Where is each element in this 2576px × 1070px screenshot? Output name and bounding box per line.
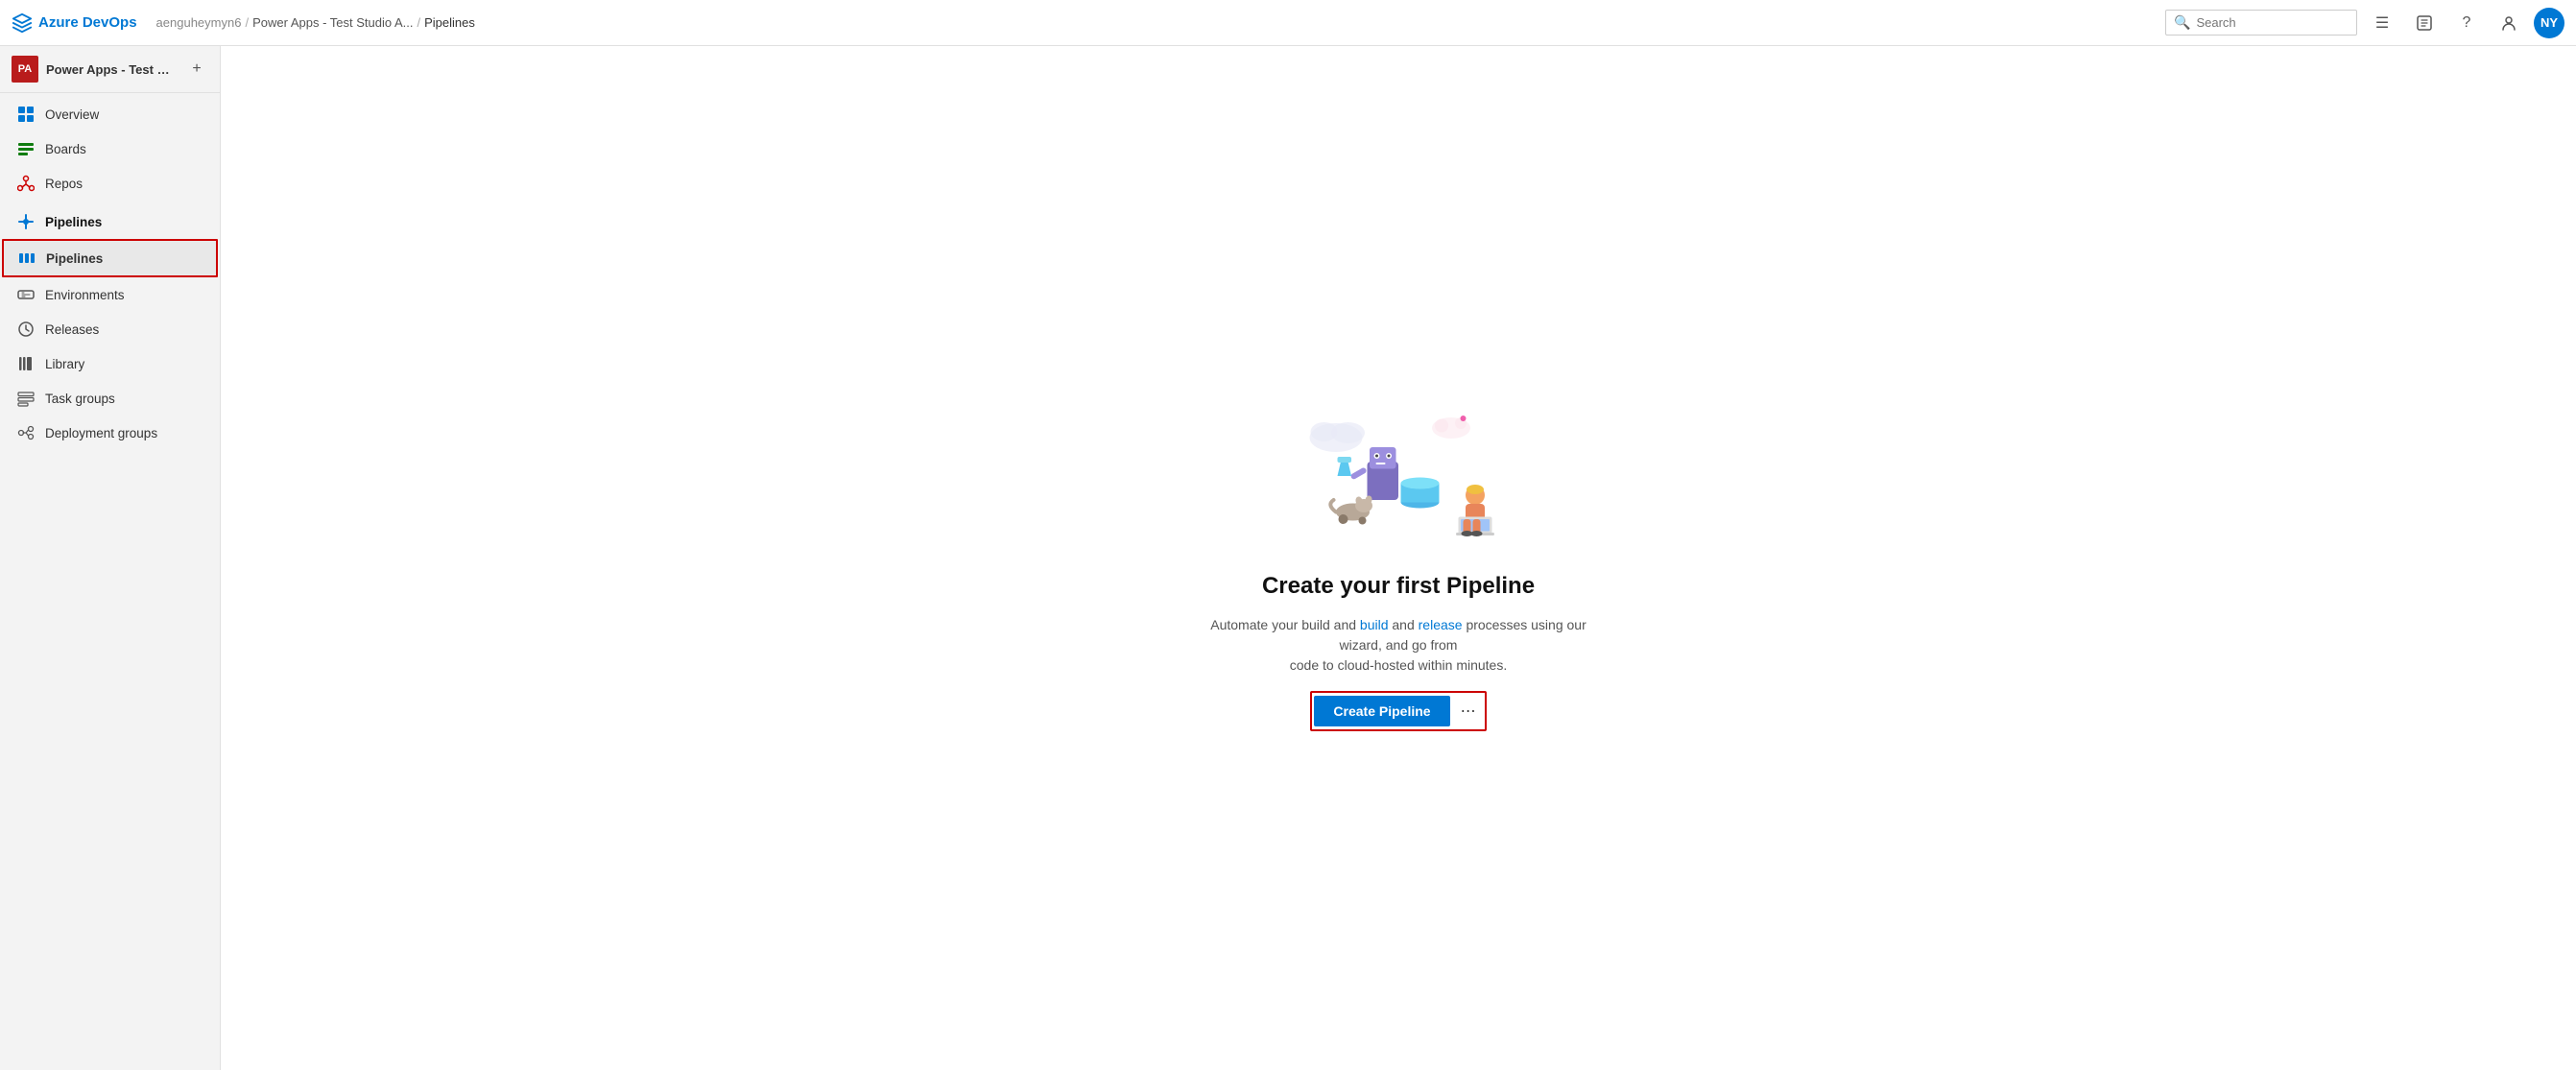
releases-label: Releases	[45, 322, 99, 337]
boards-label: Boards	[45, 142, 86, 156]
project-name: Power Apps - Test Stud...	[46, 62, 178, 77]
sidebar-item-library[interactable]: Library	[0, 346, 220, 381]
pipeline-illustration	[1274, 385, 1523, 558]
empty-state-description: Automate your build and build and releas…	[1206, 615, 1590, 676]
help-icon-button[interactable]: ?	[2449, 6, 2484, 40]
create-pipeline-button[interactable]: Create Pipeline	[1314, 696, 1449, 726]
action-row: Create Pipeline ⋯	[1310, 691, 1486, 731]
repos-label: Repos	[45, 177, 83, 191]
project-avatar: PA	[12, 56, 38, 83]
app-name: Azure DevOps	[38, 14, 137, 31]
overview-icon	[16, 105, 36, 124]
sidebar-item-overview[interactable]: Overview	[0, 97, 220, 131]
empty-state-title: Create your first Pipeline	[1262, 573, 1535, 600]
sidebar-item-boards[interactable]: Boards	[0, 131, 220, 166]
sidebar-item-pipelines-header[interactable]: Pipelines	[0, 201, 220, 239]
task-groups-label: Task groups	[45, 392, 115, 406]
sidebar-item-environments[interactable]: Environments	[0, 277, 220, 312]
app-logo: Azure DevOps	[12, 12, 137, 34]
pipelines-header-label: Pipelines	[45, 215, 102, 229]
overview-label: Overview	[45, 107, 99, 122]
sidebar: PA Power Apps - Test Stud... + Overview …	[0, 46, 221, 1070]
breadcrumb-current: Pipelines	[424, 15, 475, 30]
sidebar-item-deployment-groups[interactable]: Deployment groups	[0, 416, 220, 450]
sidebar-item-task-groups[interactable]: Task groups	[0, 381, 220, 416]
pipelines-header-icon	[16, 212, 36, 231]
deployment-groups-label: Deployment groups	[45, 426, 157, 440]
user-icon-button[interactable]	[2492, 6, 2526, 40]
deployment-groups-icon	[16, 423, 36, 442]
topbar-right: 🔍 ☰ ? NY	[2165, 6, 2564, 40]
breadcrumb: aenguheymyn6 / Power Apps - Test Studio …	[156, 15, 2158, 30]
boards-icon	[16, 139, 36, 158]
list-icon-button[interactable]: ☰	[2365, 6, 2399, 40]
environments-icon	[16, 285, 36, 304]
pipelines-label: Pipelines	[46, 251, 103, 266]
main-content: Create your first Pipeline Automate your…	[221, 46, 2576, 1070]
sidebar-nav: Overview Boards Repos P	[0, 93, 220, 1070]
empty-state: Create your first Pipeline Automate your…	[1168, 346, 1629, 770]
task-groups-icon	[16, 389, 36, 408]
breadcrumb-sep2: /	[417, 15, 421, 30]
sidebar-project: PA Power Apps - Test Stud... +	[0, 46, 220, 93]
user-avatar[interactable]: NY	[2534, 8, 2564, 38]
library-icon	[16, 354, 36, 373]
pipelines-icon	[17, 249, 36, 268]
repos-icon	[16, 174, 36, 193]
more-options-button[interactable]: ⋯	[1454, 695, 1483, 727]
sidebar-item-releases[interactable]: Releases	[0, 312, 220, 346]
badge-icon-button[interactable]	[2407, 6, 2442, 40]
sidebar-item-repos[interactable]: Repos	[0, 166, 220, 201]
search-icon: 🔍	[2174, 14, 2190, 31]
add-project-button[interactable]: +	[185, 58, 208, 81]
breadcrumb-sep1: /	[245, 15, 249, 30]
releases-icon	[16, 320, 36, 339]
breadcrumb-project: Power Apps - Test Studio A...	[252, 15, 413, 30]
library-label: Library	[45, 357, 84, 371]
build-link[interactable]: build	[1360, 617, 1389, 632]
search-box[interactable]: 🔍	[2165, 10, 2357, 36]
search-input[interactable]	[2196, 15, 2349, 30]
sidebar-item-pipelines[interactable]: Pipelines	[2, 239, 218, 277]
release-link[interactable]: release	[1419, 617, 1463, 632]
topbar: Azure DevOps aenguheymyn6 / Power Apps -…	[0, 0, 2576, 46]
layout: PA Power Apps - Test Stud... + Overview …	[0, 46, 2576, 1070]
environments-label: Environments	[45, 288, 125, 302]
breadcrumb-org: aenguheymyn6	[156, 15, 242, 30]
